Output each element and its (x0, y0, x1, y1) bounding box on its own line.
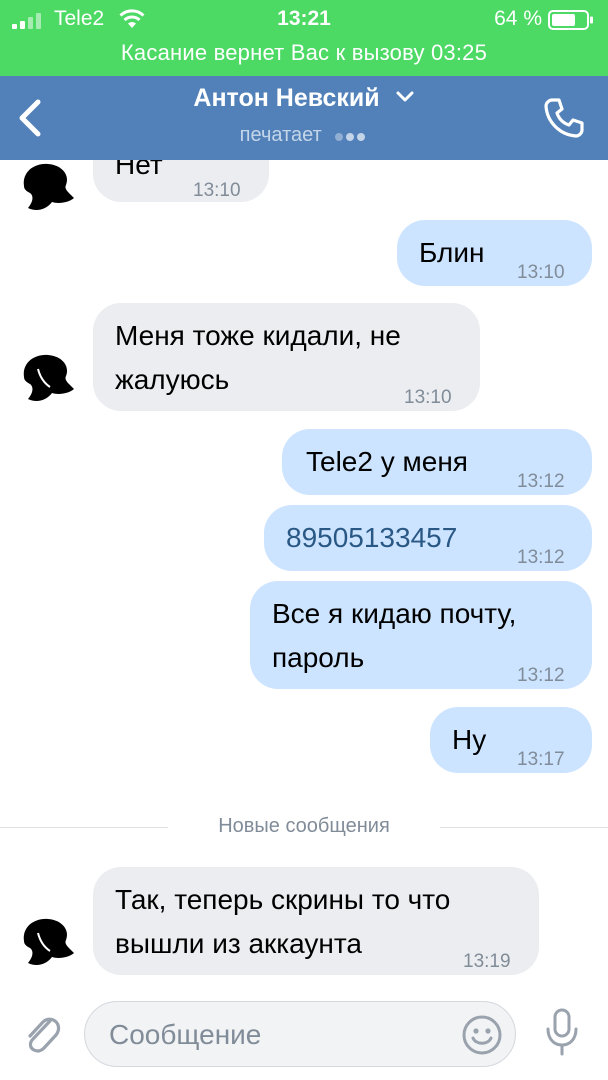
message-time: 13:12 (517, 547, 565, 568)
contact-title[interactable]: Антон Невский (0, 84, 608, 113)
message-text: Нет (115, 160, 163, 180)
avatar-icon[interactable] (18, 160, 78, 218)
phone-icon[interactable] (542, 96, 586, 140)
message-text: Ну (452, 724, 487, 755)
message-text-line2: жалуюсь (115, 364, 230, 395)
message-text-line1: Так, теперь скрины то что (115, 884, 451, 915)
message-outgoing[interactable]: Ну 13:17 (0, 707, 608, 773)
message-time: 13:10 (193, 180, 241, 201)
typing-label: печатает (239, 124, 322, 146)
smile-icon[interactable] (461, 1014, 503, 1056)
message-outgoing[interactable]: Все я кидаю почту, пароль 13:12 (0, 581, 608, 689)
message-input[interactable] (107, 1012, 451, 1058)
message-outgoing[interactable]: Блин 13:10 (0, 220, 608, 286)
message-list[interactable]: Нет 13:10 Блин 13:10 Меня тоже кидали, н… (0, 160, 608, 995)
message-text-line1: Все я кидаю почту, (272, 598, 517, 629)
typing-status: печатает (0, 124, 608, 147)
chat-header: Антон Невский печатает (0, 76, 608, 160)
message-outgoing[interactable]: 89505133457 13:12 (0, 505, 608, 571)
message-text: Tele2 у меня (306, 446, 468, 477)
message-text-line2: вышли из аккаунта (115, 928, 362, 959)
message-input-box[interactable] (84, 1001, 516, 1067)
message-time: 13:12 (517, 471, 565, 492)
status-bar[interactable]: Tele2 13:21 64 % Касание вернет Вас к вы… (0, 0, 608, 76)
contact-name: Антон Невский (193, 84, 380, 112)
message-text-line1: Меня тоже кидали, не (115, 320, 401, 351)
mic-icon[interactable] (544, 1007, 580, 1059)
phone-number-link[interactable]: 89505133457 (286, 517, 457, 559)
message-time: 13:17 (517, 749, 565, 770)
avatar-icon[interactable] (18, 349, 78, 409)
chevron-down-icon (396, 91, 414, 102)
attach-icon[interactable] (20, 1009, 64, 1057)
message-incoming[interactable]: Меня тоже кидали, не жалуюсь 13:10 (0, 303, 608, 411)
message-outgoing[interactable]: Tele2 у меня 13:12 (0, 429, 608, 495)
message-incoming[interactable]: Так, теперь скрины то что вышли из аккау… (0, 867, 608, 975)
return-to-call-banner[interactable]: Касание вернет Вас к вызову 03:25 (0, 40, 608, 66)
composer (0, 995, 608, 1080)
avatar-icon[interactable] (18, 913, 78, 973)
message-text: Блин (419, 237, 485, 268)
message-time: 13:19 (463, 951, 511, 972)
message-time: 13:10 (517, 262, 565, 283)
new-messages-divider: Новые сообщения (0, 815, 608, 837)
typing-dots-icon (335, 124, 368, 147)
message-incoming[interactable]: Нет 13:10 (0, 160, 608, 210)
message-time: 13:12 (517, 665, 565, 686)
new-messages-label: Новые сообщения (218, 815, 390, 837)
message-time: 13:10 (404, 387, 452, 408)
battery-icon (548, 10, 593, 30)
message-text-line2: пароль (272, 642, 365, 673)
battery-percent: 64 % (494, 7, 542, 30)
